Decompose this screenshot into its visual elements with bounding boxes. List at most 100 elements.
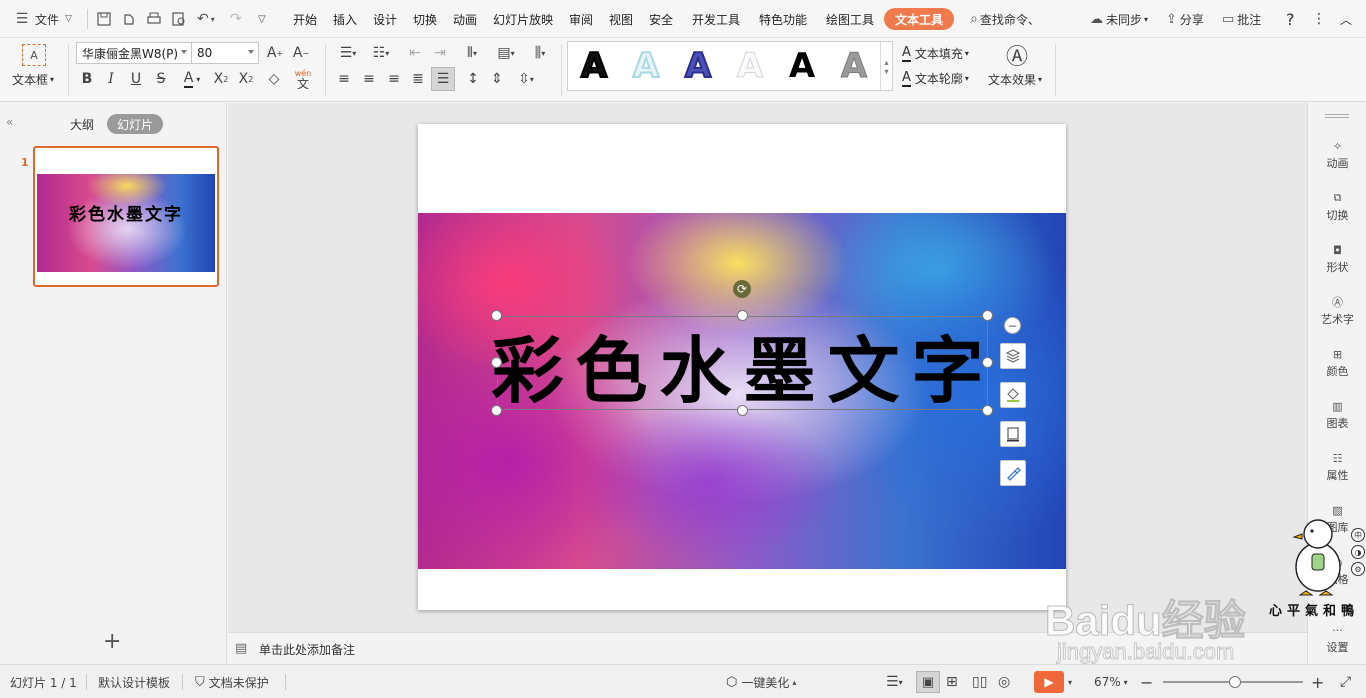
file-menu[interactable]: ☰ 文件 ▽ [14,0,72,38]
chevron-down-icon[interactable]: ▾ [1068,665,1072,698]
pane-wordart[interactable]: Ⓐ 艺术字 [1308,293,1366,327]
pane-chart[interactable]: ▥ 图表 [1308,397,1366,431]
outline-frame-icon[interactable] [1000,421,1026,447]
increase-font-size-icon[interactable]: A + [264,42,286,64]
format-painter-icon[interactable] [1000,460,1026,486]
strikethrough-icon[interactable]: S [150,68,172,90]
tab-view[interactable]: 视图 [607,0,635,38]
resize-handle-bottom-left[interactable] [491,405,502,416]
bold-icon[interactable]: B [76,68,98,90]
tab-text-tools[interactable]: 文本工具 [884,8,955,30]
align-left-icon[interactable]: ≡ [333,68,355,90]
slide-thumbnail[interactable]: 彩色水墨文字 [33,146,219,287]
decrease-indent-icon[interactable]: ⇤ [404,42,426,64]
textbox-border[interactable]: 彩色水墨文字 [492,316,989,413]
more-icon[interactable]: ⋮ [1312,0,1326,38]
tab-review[interactable]: 审阅 [567,0,595,38]
paragraph-spacing-icon[interactable]: ⇕ [486,68,508,90]
fit-window-icon[interactable]: ⤢ [1340,665,1351,698]
paragraph-settings-icon[interactable]: ⇳ ▾ [512,68,540,90]
protection-status[interactable]: ⛉ 文档未保护 [195,665,269,698]
align-text-icon[interactable]: ▤ ▾ [492,42,520,64]
font-name-select[interactable]: 华康俪金黑W8(P) [76,42,192,64]
justify-icon[interactable]: ≣ [407,68,429,90]
notes-bar[interactable]: ▤ 单击此处添加备注 [228,632,1307,664]
bullet-list-icon[interactable]: ☰ ▾ [334,42,362,64]
clear-format-icon[interactable]: ◇ [263,68,285,90]
zoom-in-icon[interactable]: + [1311,665,1324,698]
wordart-style-black[interactable]: A [570,45,618,87]
resize-handle-top[interactable] [737,310,748,321]
zoom-slider[interactable] [1163,665,1303,698]
align-right-icon[interactable]: ≡ [383,68,405,90]
textbox-button[interactable]: 文本框 ▾ [12,71,54,87]
align-center-icon[interactable]: ≡ [358,68,380,90]
wordart-gallery-scroll[interactable]: ▴ ▾ [880,42,892,92]
rotate-handle-icon[interactable]: ⟳ [733,280,751,298]
pane-shape[interactable]: ◘ 形状 [1308,241,1366,275]
slide-title-text[interactable]: 彩色水墨文字 [492,317,989,413]
pane-animation[interactable]: ✧ 动画 [1308,137,1366,171]
print-preview-icon[interactable] [171,0,187,38]
tab-start[interactable]: 开始 [291,0,319,38]
tab-developer[interactable]: 开发工具 [690,0,742,38]
notes-toggle-icon[interactable]: ☰ ▾ [886,665,903,698]
distribute-icon[interactable]: ☰ [431,67,455,91]
tab-slideshow[interactable]: 幻灯片放映 [491,0,555,38]
print-icon[interactable] [146,0,162,38]
slide-sorter-icon[interactable]: ⊞ [946,665,958,698]
decrease-font-size-icon[interactable]: A − [290,42,312,64]
resize-handle-top-right[interactable] [982,310,993,321]
collapse-tools-icon[interactable]: − [1004,317,1021,334]
superscript-icon[interactable]: X2 [210,68,232,90]
italic-icon[interactable]: I [100,68,122,90]
wordart-style-solid-black[interactable]: A [778,46,826,86]
fill-bucket-icon[interactable] [1000,382,1026,408]
wordart-style-white[interactable]: A [726,46,774,87]
layer-icon[interactable] [1000,343,1026,369]
save-icon[interactable] [96,0,112,38]
resize-handle-right[interactable] [982,357,993,368]
text-direction-icon[interactable]: ⫴ ▾ [458,42,486,64]
numbered-list-icon[interactable]: ☷ ▾ [367,42,395,64]
normal-view-icon[interactable]: ▣ [916,671,940,693]
beautify-button[interactable]: ⬡ 一键美化 ▴ [726,665,796,698]
tab-features[interactable]: 特色功能 [757,0,809,38]
ime-chinese-icon[interactable]: 中 [1351,528,1365,542]
resize-handle-left[interactable] [491,357,502,368]
font-color-icon[interactable]: A ▾ [176,68,208,90]
tab-transition[interactable]: 切换 [411,0,439,38]
sync-status[interactable]: ☁ 未同步 ▾ [1090,0,1148,38]
subscript-icon[interactable]: X2 [235,68,257,90]
columns-icon[interactable]: ⫼ ▾ [526,42,554,64]
ime-settings-icon[interactable]: ⚙ [1351,562,1365,576]
underline-icon[interactable]: U [125,68,147,90]
comment-button[interactable]: ▭ 批注 [1222,0,1261,38]
template-name[interactable]: 默认设计模板 [98,665,170,698]
collapse-panel-icon[interactable]: « [6,115,13,129]
resize-handle-bottom-right[interactable] [982,405,993,416]
add-slide-button[interactable]: + [103,631,121,653]
tab-slides[interactable]: 幻灯片 [107,114,163,134]
notes-placeholder[interactable]: 单击此处添加备注 [259,641,355,658]
font-size-select[interactable]: 80 [191,42,259,64]
presenter-view-icon[interactable]: ◎ [998,665,1010,698]
reading-view-icon[interactable]: ▯▯ [972,665,987,698]
share-button[interactable]: ⇪ 分享 [1166,0,1204,38]
phonetic-guide-button[interactable]: wén 文 [288,66,318,92]
ime-moon-icon[interactable]: ◑ [1351,545,1365,559]
collapse-ribbon-icon[interactable]: ︿ [1340,0,1352,38]
wordart-style-blue-outline[interactable]: A [674,45,722,87]
pane-settings[interactable]: ··· 设置 [1308,621,1366,655]
text-effect-button[interactable]: 文本效果 ▾ [988,71,1042,87]
pane-transition[interactable]: ⧉ 切换 [1308,189,1366,223]
tab-insert[interactable]: 插入 [331,0,359,38]
redo-icon[interactable]: ↷ [230,0,242,38]
wordart-style-light-blue[interactable]: A [622,45,670,87]
search-command[interactable]: ⌕ 查找命令、 [970,0,1040,38]
resize-handle-top-left[interactable] [491,310,502,321]
text-effect-icon[interactable]: Ⓐ [1004,42,1030,70]
line-spacing-icon[interactable]: ↕ [462,68,484,90]
zoom-level[interactable]: 67% ▾ [1094,665,1128,698]
tab-design[interactable]: 设计 [371,0,399,38]
